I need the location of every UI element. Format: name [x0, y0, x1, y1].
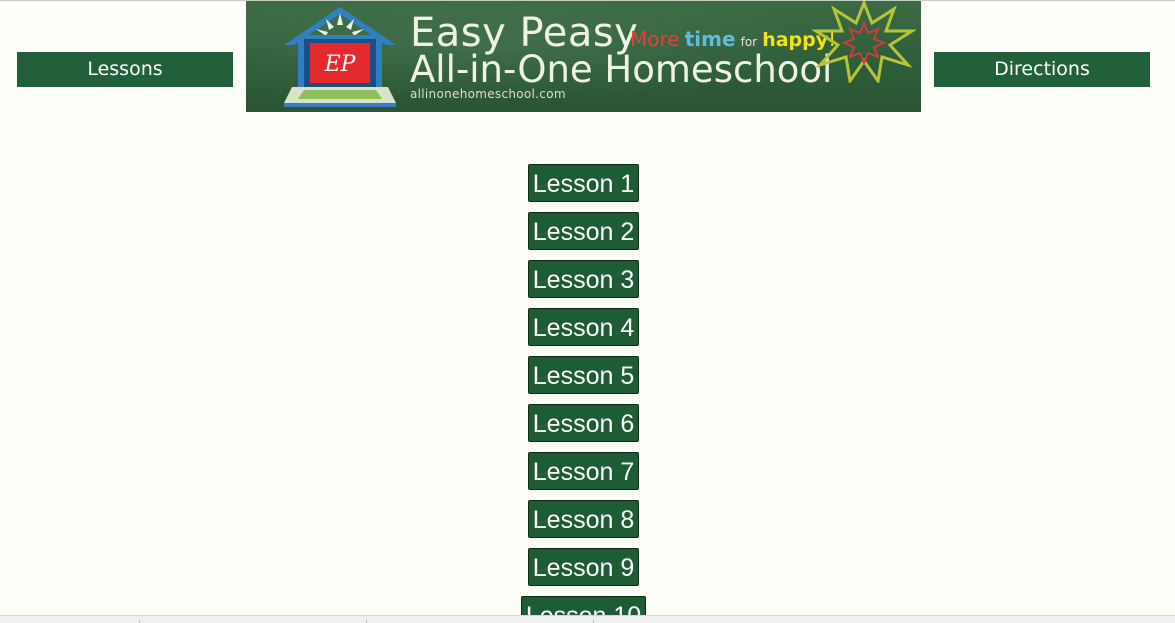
- status-bar: [0, 615, 1175, 623]
- lesson-4-button[interactable]: Lesson 4: [528, 308, 639, 346]
- lesson-7-button[interactable]: Lesson 7: [528, 452, 639, 490]
- lesson-list: Lesson 1 Lesson 2 Lesson 3 Lesson 4 Lesson 5…: [0, 0, 1175, 615]
- lesson-6-button[interactable]: Lesson 6: [528, 404, 639, 442]
- lesson-1-button[interactable]: Lesson 1: [528, 164, 639, 202]
- lesson-9-button[interactable]: Lesson 9: [528, 548, 639, 586]
- lesson-8-button[interactable]: Lesson 8: [528, 500, 639, 538]
- page: Lessons EP Easy Peasy More time for happ…: [0, 0, 1175, 623]
- lesson-2-button[interactable]: Lesson 2: [528, 212, 639, 250]
- lesson-3-button[interactable]: Lesson 3: [528, 260, 639, 298]
- lesson-10-button[interactable]: Lesson 10: [521, 596, 646, 615]
- lesson-5-button[interactable]: Lesson 5: [528, 356, 639, 394]
